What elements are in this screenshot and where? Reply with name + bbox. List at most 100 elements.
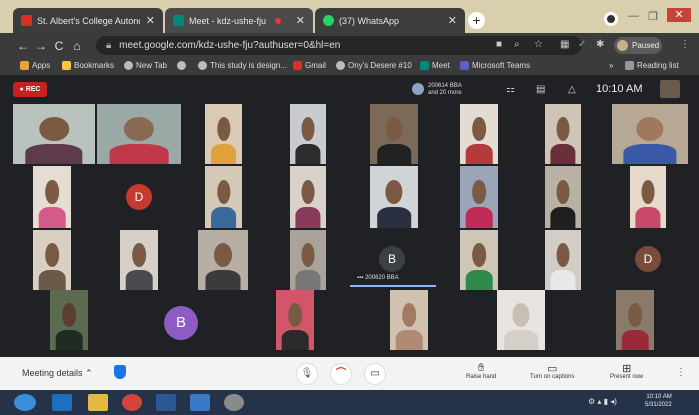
minimize-icon[interactable]: — xyxy=(628,10,639,22)
participant-tile[interactable] xyxy=(33,166,71,228)
participant-tile[interactable] xyxy=(290,104,326,164)
extension-icon[interactable]: ✓ xyxy=(578,39,586,50)
participant-tile[interactable] xyxy=(545,104,581,164)
maximize-icon[interactable]: ❐ xyxy=(648,10,658,23)
participant-tile[interactable] xyxy=(460,230,498,290)
shield-icon[interactable] xyxy=(114,365,126,379)
participant-body xyxy=(295,143,321,164)
participant-face xyxy=(216,117,231,142)
reading-list-button[interactable]: Reading list xyxy=(625,61,679,70)
participant-tile[interactable] xyxy=(33,230,71,290)
participant-face xyxy=(472,243,486,268)
bookmark-bookmarks[interactable]: Bookmarks xyxy=(62,61,114,70)
close-tab-icon[interactable]: ✕ xyxy=(140,14,155,27)
address-bar[interactable]: 🔒︎ meet.google.com/kdz-ushe-fju?authuser… xyxy=(96,36,582,55)
reload-icon[interactable]: C xyxy=(50,39,68,53)
close-tab-icon[interactable]: ✕ xyxy=(442,14,457,27)
participant-face xyxy=(301,117,315,142)
raise-hand-button[interactable]: ✋︎ Raise hand xyxy=(466,362,496,380)
bookmark-study[interactable]: This study is design... xyxy=(198,61,287,70)
tab-search-icon[interactable] xyxy=(604,12,618,26)
participant-tile[interactable] xyxy=(13,104,95,164)
participant-tile[interactable] xyxy=(290,166,326,228)
clock-date: 5/31/2022 xyxy=(645,402,672,408)
participant-tile[interactable] xyxy=(370,166,418,228)
camera-icon[interactable]: ■ xyxy=(496,39,502,50)
profile-button[interactable]: Paused xyxy=(614,37,662,54)
close-tab-icon[interactable]: ✕ xyxy=(290,14,305,27)
participant-tile[interactable] xyxy=(290,230,326,290)
leave-call-button[interactable]: ⌒ xyxy=(330,363,352,385)
forward-icon[interactable]: → xyxy=(32,39,50,53)
participant-tile[interactable] xyxy=(198,230,248,290)
close-window-icon[interactable]: ✕ xyxy=(667,8,691,22)
back-icon[interactable]: ← xyxy=(14,39,32,53)
system-tray[interactable]: ⚙ ▴ ▮ ◂) xyxy=(588,397,617,406)
participant-tile[interactable] xyxy=(460,104,498,164)
more-options-icon[interactable]: ⋮ xyxy=(676,367,686,378)
tab-label: Meet - kdz-ushe-fju xyxy=(189,15,267,26)
tab-whatsapp[interactable]: (37) WhatsApp ✕ xyxy=(315,8,465,33)
captions-button[interactable]: ▭ Turn on captions xyxy=(530,362,574,380)
bookmark-onys[interactable]: Ony's Desere #10 xyxy=(336,61,412,70)
more-bookmarks-icon[interactable]: » xyxy=(609,61,613,70)
meeting-details-button[interactable]: Meeting details ⌃ xyxy=(22,368,93,379)
participant-tile[interactable] xyxy=(50,290,88,350)
camera-button[interactable]: ▭ xyxy=(364,363,386,385)
participant-tile[interactable] xyxy=(390,290,428,350)
participant-tile[interactable] xyxy=(497,290,545,350)
participant-tile[interactable] xyxy=(545,166,581,228)
bookmark-teams[interactable]: Microsoft Teams xyxy=(460,61,530,70)
zoom-icon[interactable]: ⌕ xyxy=(514,39,520,50)
participant-tile[interactable] xyxy=(97,104,181,164)
home-icon[interactable]: ⌂ xyxy=(68,39,86,53)
tab-st-alberts[interactable]: St. Albert's College Autonomous ✕ xyxy=(13,8,163,33)
mic-button[interactable]: 🎙︎ xyxy=(296,363,318,385)
participant-tile[interactable] xyxy=(460,166,498,228)
participant-avatar-d[interactable]: D xyxy=(635,246,661,272)
participant-tile[interactable] xyxy=(370,104,418,164)
grid-layout-icon[interactable]: ⚏ xyxy=(506,84,515,95)
file-explorer-icon[interactable] xyxy=(88,394,108,411)
chrome-icon[interactable] xyxy=(122,394,142,411)
activities-icon[interactable]: △ xyxy=(568,84,576,95)
extension-icon[interactable]: ▦ xyxy=(560,39,569,50)
participant-avatar-d[interactable]: D xyxy=(126,184,152,210)
participant-body xyxy=(465,269,493,290)
participant-body xyxy=(621,329,649,350)
participant-body xyxy=(465,206,493,228)
participant-avatar-b[interactable]: B xyxy=(164,306,198,340)
tool-icon[interactable] xyxy=(224,394,244,411)
self-view-thumbnail[interactable] xyxy=(660,80,680,98)
bookmark-blank[interactable] xyxy=(177,61,189,70)
participant-tile[interactable] xyxy=(545,230,581,290)
bookmark-gmail[interactable]: Gmail xyxy=(293,61,326,70)
participant-tile[interactable] xyxy=(630,166,666,228)
tab-meet[interactable]: Meet - kdz-ushe-fju ✕ xyxy=(165,8,313,33)
system-clock[interactable]: 10:10 AM 5/31/2022 xyxy=(645,393,672,409)
globe-icon xyxy=(177,61,186,70)
star-icon[interactable]: ☆ xyxy=(534,39,543,50)
word-icon[interactable] xyxy=(156,394,176,411)
start-icon[interactable] xyxy=(14,394,36,411)
participant-face xyxy=(512,303,530,328)
window-icon[interactable] xyxy=(190,394,210,411)
present-button[interactable]: ⊞ Present now xyxy=(610,362,643,380)
participant-tile[interactable] xyxy=(205,104,242,164)
participant-tile[interactable] xyxy=(120,230,158,290)
participant-body xyxy=(25,143,83,164)
chat-icon[interactable]: ▤ xyxy=(536,84,545,95)
participant-avatar-b[interactable]: B xyxy=(379,246,405,272)
participant-tile[interactable] xyxy=(276,290,314,350)
presenter-info[interactable]: 200614 BBA and 20 more xyxy=(412,83,462,97)
participant-tile[interactable] xyxy=(616,290,654,350)
bookmark-meet[interactable]: Meet xyxy=(420,61,450,70)
menu-icon[interactable]: ⋮ xyxy=(680,39,690,50)
media-player-icon[interactable] xyxy=(52,394,72,411)
puzzle-icon[interactable]: ✱ xyxy=(596,39,604,50)
participant-tile[interactable] xyxy=(205,166,242,228)
bookmark-apps[interactable]: Apps xyxy=(20,61,50,70)
new-tab-button[interactable]: + xyxy=(468,12,485,29)
participant-tile[interactable] xyxy=(612,104,688,164)
bookmark-new-tab[interactable]: New Tab xyxy=(124,61,167,70)
